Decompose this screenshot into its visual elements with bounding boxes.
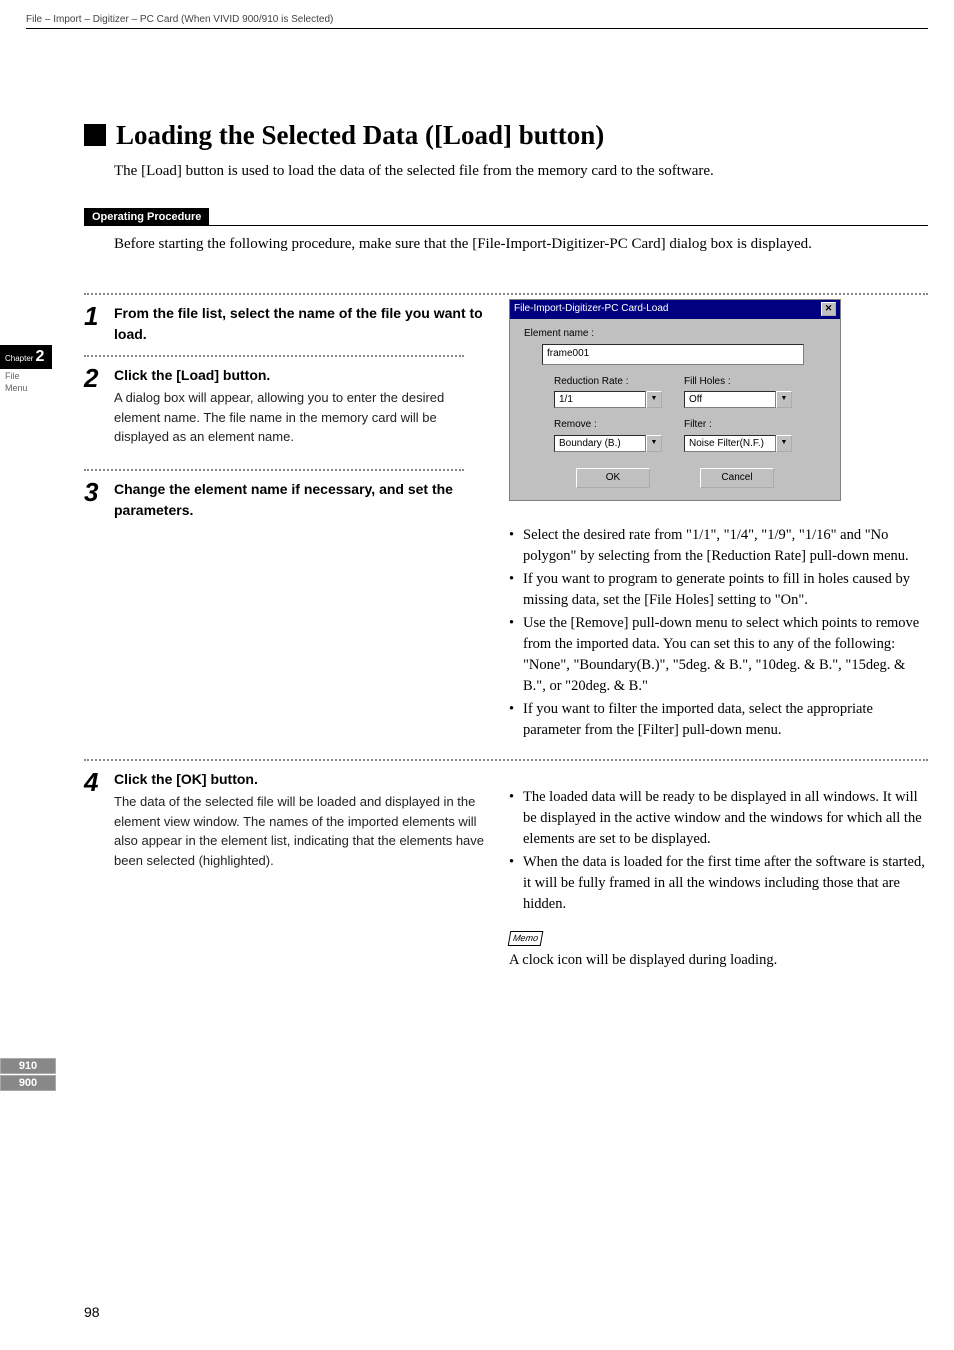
model-label-910: 910 [0,1058,56,1074]
remove-select[interactable]: Boundary (B.) ▼ [554,435,684,452]
step-4-bullets: •The loaded data will be ready to be dis… [509,787,928,915]
fill-holes-select[interactable]: Off ▼ [684,391,814,408]
cancel-button[interactable]: Cancel [700,468,774,489]
operating-procedure-rule [84,225,928,226]
load-dialog: File-Import-Digitizer-PC Card-Load ✕ Ele… [509,299,841,501]
reduction-rate-value: 1/1 [554,391,646,408]
step-number: 1 [84,303,114,345]
step-number: 4 [84,769,114,870]
reduction-rate-label: Reduction Rate : [554,375,684,390]
step-2-title: Click the [Load] button. [114,365,489,386]
filter-label: Filter : [684,418,814,433]
dotted-separator [84,355,464,357]
remove-value: Boundary (B.) [554,435,646,452]
memo-text: A clock icon will be displayed during lo… [509,950,928,971]
element-name-label: Element name : [524,327,826,342]
fill-holes-value: Off [684,391,776,408]
step-number: 2 [84,365,114,447]
dialog-titlebar: File-Import-Digitizer-PC Card-Load ✕ [510,300,840,319]
ok-button[interactable]: OK [576,468,650,489]
breadcrumb: File – Import – Digitizer – PC Card (Whe… [26,14,333,25]
dotted-separator [84,759,928,761]
section-title: Loading the Selected Data ([Load] button… [84,120,928,151]
step-1: 1 From the file list, select the name of… [84,303,489,345]
fill-holes-label: Fill Holes : [684,375,814,390]
step-4-title: Click the [OK] button. [114,769,489,790]
dialog-title-text: File-Import-Digitizer-PC Card-Load [514,302,668,317]
step-1-title: From the file list, select the name of t… [114,303,489,345]
breadcrumb-rule [26,28,928,29]
bullet-text: If you want to program to generate point… [523,569,928,611]
element-name-input[interactable]: frame001 [542,344,804,365]
operating-procedure-label: Operating Procedure [84,208,209,226]
memo-label: Memo [508,931,544,946]
reduction-rate-select[interactable]: 1/1 ▼ [554,391,684,408]
step-2: 2 Click the [Load] button. A dialog box … [84,365,489,447]
page-number: 98 [84,1304,100,1320]
remove-label: Remove : [554,418,684,433]
model-label-900: 900 [0,1075,56,1091]
close-icon[interactable]: ✕ [821,302,836,316]
step-4-desc: The data of the selected file will be lo… [114,792,489,870]
bullet-text: The loaded data will be ready to be disp… [523,787,928,850]
dotted-separator [84,293,928,295]
chapter-tab: Chapter 2 File Menu [0,345,52,394]
bullet-text: Select the desired rate from "1/1", "1/4… [523,525,928,567]
step-3-title: Change the element name if necessary, an… [114,479,489,521]
chapter-line2: Menu [5,383,52,395]
bullet-text: When the data is loaded for the first ti… [523,852,928,915]
operating-procedure-intro: Before starting the following procedure,… [114,236,928,253]
filter-select[interactable]: Noise Filter(N.F.) ▼ [684,435,814,452]
dotted-separator [84,469,464,471]
step-4: 4 Click the [OK] button. The data of the… [84,769,489,870]
section-title-text: Loading the Selected Data ([Load] button… [116,120,604,150]
filter-value: Noise Filter(N.F.) [684,435,776,452]
chevron-down-icon[interactable]: ▼ [646,435,662,452]
step-3-bullets: •Select the desired rate from "1/1", "1/… [509,525,928,741]
chevron-down-icon[interactable]: ▼ [646,391,662,408]
step-number: 3 [84,479,114,521]
square-bullet-icon [84,124,106,146]
bullet-text: Use the [Remove] pull-down menu to selec… [523,613,928,697]
section-intro: The [Load] button is used to load the da… [114,163,928,180]
step-2-desc: A dialog box will appear, allowing you t… [114,388,489,447]
chevron-down-icon[interactable]: ▼ [776,435,792,452]
chapter-number: 2 [35,348,44,366]
bullet-text: If you want to filter the imported data,… [523,699,928,741]
chapter-line1: File [5,371,52,383]
chevron-down-icon[interactable]: ▼ [776,391,792,408]
chapter-prefix: Chapter [5,354,33,363]
model-labels: 910 900 [0,1058,56,1092]
step-3: 3 Change the element name if necessary, … [84,479,489,521]
